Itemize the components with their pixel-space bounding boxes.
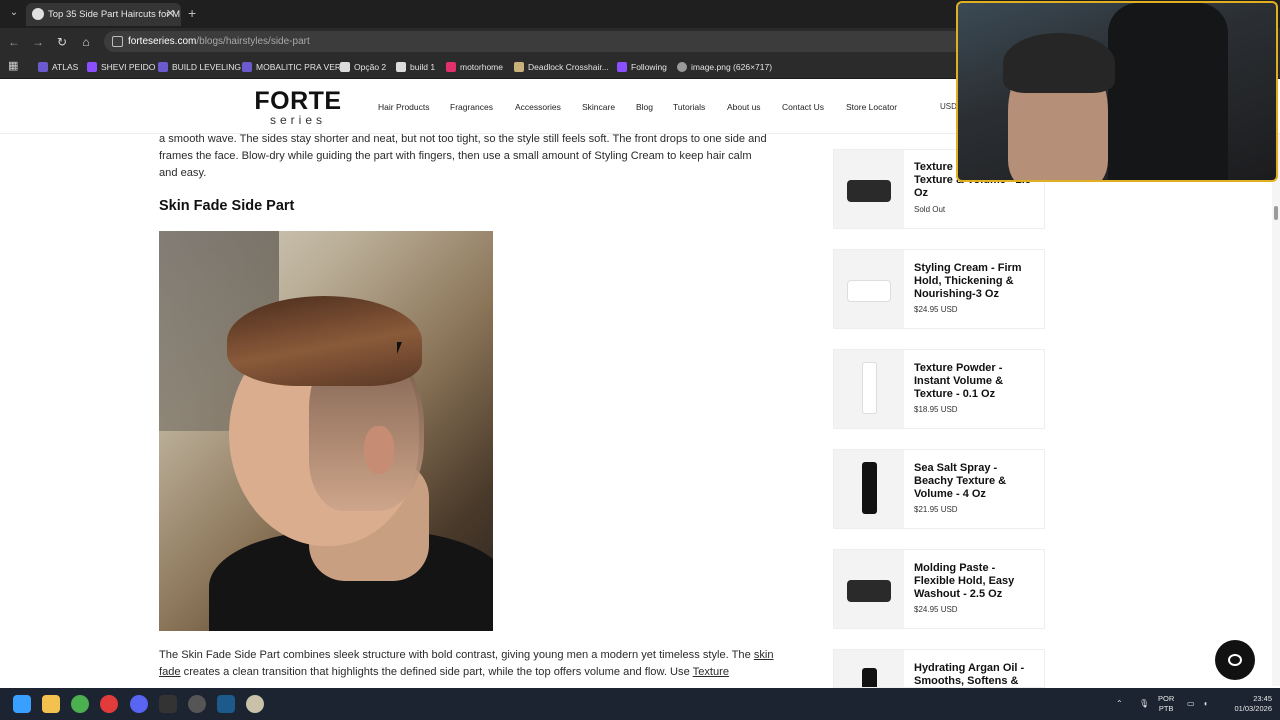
bookmark-motorhome[interactable]: motorhome bbox=[446, 55, 503, 79]
language-indicator[interactable]: POR PTB bbox=[1158, 694, 1174, 714]
discord-icon[interactable] bbox=[130, 695, 148, 713]
bookmark-build-leveling[interactable]: BUILD LEVELING bbox=[158, 55, 241, 79]
product-price: $24.95 USD bbox=[914, 605, 958, 614]
nav-tutorials[interactable]: Tutorials bbox=[673, 80, 705, 134]
app-icon[interactable] bbox=[246, 695, 264, 713]
browser-tab[interactable]: Top 35 Side Part Haircuts for M ✕ bbox=[26, 3, 181, 26]
nav-contact-us[interactable]: Contact Us bbox=[782, 80, 824, 134]
tab-title: Top 35 Side Part Haircuts for M bbox=[48, 9, 180, 20]
url-host: forteseries.com bbox=[128, 36, 197, 47]
bookmark-icon bbox=[38, 62, 48, 72]
product-image bbox=[834, 350, 904, 428]
chevron-up-icon[interactable]: ⌃ bbox=[1116, 688, 1123, 720]
section-heading: Skin Fade Side Part bbox=[159, 198, 295, 214]
twitch-icon bbox=[617, 62, 627, 72]
new-tab-icon[interactable]: + bbox=[188, 5, 196, 21]
home-icon[interactable]: ⌂ bbox=[78, 34, 94, 50]
scrollbar-thumb[interactable] bbox=[1274, 206, 1278, 220]
close-icon[interactable]: ✕ bbox=[166, 3, 175, 26]
product-image bbox=[834, 250, 904, 328]
currency-selector[interactable]: USD bbox=[940, 80, 957, 134]
product-price: Sold Out bbox=[914, 205, 946, 214]
reload-icon[interactable]: ↻ bbox=[54, 34, 70, 50]
bookmark-icon bbox=[340, 62, 350, 72]
bookmark-atlas[interactable]: ATLAS bbox=[38, 55, 78, 79]
bookmark-icon bbox=[514, 62, 524, 72]
product-image bbox=[834, 650, 904, 687]
bookmark-icon bbox=[242, 62, 252, 72]
bookmark-icon bbox=[396, 62, 406, 72]
product-price: $21.95 USD bbox=[914, 505, 958, 514]
twitch-icon bbox=[87, 62, 97, 72]
bookmark-mobalitic[interactable]: MOBALITIC PRA VER bbox=[242, 55, 341, 79]
site-favicon-icon bbox=[32, 8, 44, 20]
product-image bbox=[834, 150, 904, 228]
nav-about-us[interactable]: About us bbox=[727, 80, 761, 134]
bookmark-build-1[interactable]: build 1 bbox=[396, 55, 435, 79]
bookmark-opcao-2[interactable]: Opção 2 bbox=[340, 55, 386, 79]
nav-hair-products[interactable]: Hair Products bbox=[378, 80, 430, 134]
skin-fade-side-part-photo bbox=[159, 231, 493, 631]
tab-search-icon[interactable]: ⌄ bbox=[6, 5, 22, 21]
product-title[interactable]: Styling Cream - Firm Hold, Thickening & … bbox=[914, 262, 1039, 301]
network-icon[interactable]: ▭ bbox=[1187, 688, 1195, 720]
nav-accessories[interactable]: Accessories bbox=[515, 80, 561, 134]
site-info-icon[interactable] bbox=[112, 36, 123, 47]
product-title[interactable]: Molding Paste - Flexible Hold, Easy Wash… bbox=[914, 562, 1039, 601]
product-image bbox=[834, 550, 904, 628]
steam-icon[interactable] bbox=[217, 695, 235, 713]
product-card[interactable]: Hydrating Argan Oil - Smooths, Softens & bbox=[833, 649, 1045, 688]
mouse-cursor-icon bbox=[397, 342, 407, 354]
skin-fade-link[interactable]: skin bbox=[754, 649, 774, 661]
forward-icon[interactable]: → bbox=[30, 34, 46, 50]
volume-icon[interactable]: ◖ bbox=[1203, 688, 1208, 720]
product-title[interactable]: Texture Powder - Instant Volume & Textur… bbox=[914, 362, 1039, 401]
nav-skincare[interactable]: Skincare bbox=[582, 80, 615, 134]
product-card[interactable]: Texture Powder - Instant Volume & Textur… bbox=[833, 349, 1045, 429]
product-image bbox=[834, 450, 904, 528]
chat-icon bbox=[1228, 654, 1242, 666]
skin-fade-link[interactable]: fade bbox=[159, 666, 181, 678]
webcam-overlay bbox=[956, 1, 1278, 182]
app-icon[interactable] bbox=[159, 695, 177, 713]
windows-taskbar: ⌃ 🎙 POR PTB ▭ ◖ 23:45 01/03/2026 bbox=[0, 688, 1280, 720]
nav-store-locator[interactable]: Store Locator bbox=[846, 80, 897, 134]
product-price: $18.95 USD bbox=[914, 405, 958, 414]
start-icon[interactable] bbox=[13, 695, 31, 713]
nav-blog[interactable]: Blog bbox=[636, 80, 653, 134]
product-card[interactable]: Sea Salt Spray - Beachy Texture & Volume… bbox=[833, 449, 1045, 529]
article-body-paragraph: The Skin Fade Side Part combines sleek s… bbox=[159, 649, 774, 679]
opera-icon[interactable] bbox=[100, 695, 118, 713]
product-title[interactable]: Sea Salt Spray - Beachy Texture & Volume… bbox=[914, 462, 1039, 501]
chrome-icon[interactable] bbox=[71, 695, 89, 713]
globe-icon bbox=[677, 62, 687, 72]
bookmark-icon bbox=[158, 62, 168, 72]
bookmark-image-png[interactable]: image.png (626×717) bbox=[677, 55, 772, 79]
bookmark-deadlock[interactable]: Deadlock Crosshair... bbox=[514, 55, 609, 79]
forte-logo[interactable]: FORTE series bbox=[250, 88, 346, 126]
bookmark-following[interactable]: Following bbox=[617, 55, 667, 79]
file-explorer-icon[interactable] bbox=[42, 695, 60, 713]
texture-link[interactable]: Texture bbox=[693, 666, 729, 678]
bookmark-shevi-peido[interactable]: SHEVI PEIDO bbox=[87, 55, 155, 79]
nav-fragrances[interactable]: Fragrances bbox=[450, 80, 493, 134]
chat-button[interactable] bbox=[1215, 640, 1255, 680]
url-input[interactable]: forteseries.com/blogs/hairstyles/side-pa… bbox=[104, 31, 964, 52]
app-icon[interactable] bbox=[188, 695, 206, 713]
product-title[interactable]: Hydrating Argan Oil - Smooths, Softens & bbox=[914, 662, 1039, 687]
apps-grid-icon[interactable]: ▦ bbox=[8, 60, 20, 72]
back-icon[interactable]: ← bbox=[6, 34, 22, 50]
url-path: /blogs/hairstyles/side-part bbox=[196, 36, 310, 47]
article-intro-paragraph: a smooth wave. The sides stay shorter an… bbox=[159, 133, 767, 180]
page-scrollbar[interactable] bbox=[1272, 134, 1280, 686]
product-price: $24.95 USD bbox=[914, 305, 958, 314]
product-card[interactable]: Styling Cream - Firm Hold, Thickening & … bbox=[833, 249, 1045, 329]
system-clock[interactable]: 23:45 01/03/2026 bbox=[1222, 694, 1272, 714]
microphone-icon[interactable]: 🎙 bbox=[1139, 688, 1149, 720]
product-card[interactable]: Molding Paste - Flexible Hold, Easy Wash… bbox=[833, 549, 1045, 629]
instagram-icon bbox=[446, 62, 456, 72]
